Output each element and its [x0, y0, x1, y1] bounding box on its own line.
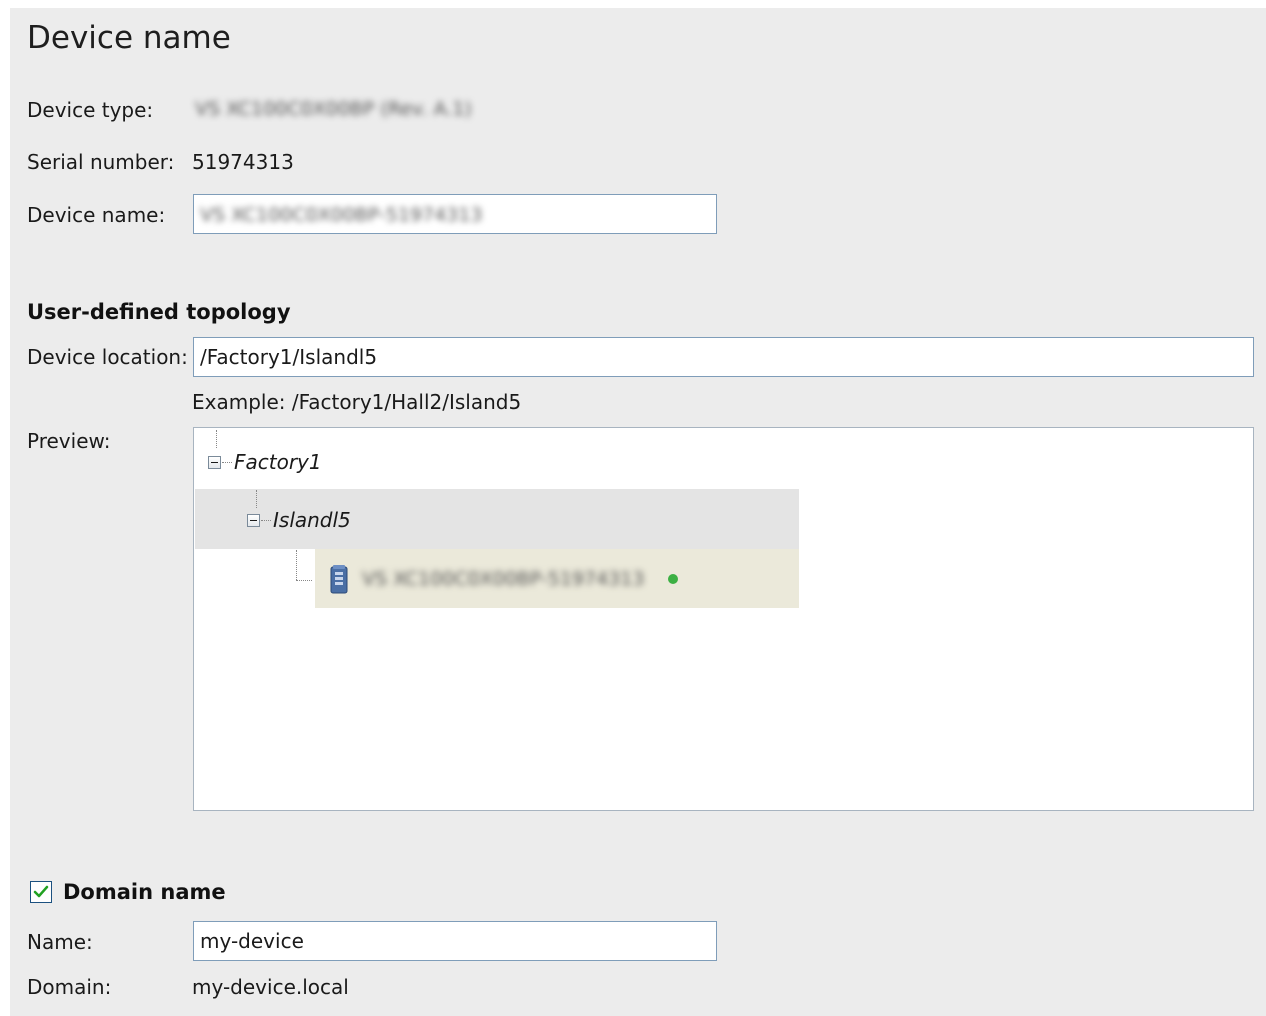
- device-name-input[interactable]: VS XC100C0X00BP-51974313: [193, 194, 717, 234]
- device-icon: [330, 565, 348, 594]
- tree-node-leaf[interactable]: VS XC100C0X00BP-51974313: [328, 562, 679, 596]
- domain-name-input-value: my-device: [200, 929, 304, 953]
- device-location-label: Device location:: [27, 345, 188, 369]
- serial-number-value: 51974313: [192, 150, 294, 174]
- location-example-text: Example: /Factory1/Hall2/Island5: [192, 390, 522, 414]
- tree-node-root[interactable]: Factory1: [208, 450, 322, 474]
- collapse-icon[interactable]: [208, 455, 221, 469]
- page-title: Device name: [27, 20, 231, 56]
- tree-node-root-label: Factory1: [234, 450, 322, 474]
- collapse-icon[interactable]: [247, 513, 260, 527]
- tree-connector-line: [216, 430, 217, 448]
- checkmark-icon: [33, 885, 49, 898]
- domain-label: Domain:: [27, 975, 112, 999]
- tree-node-child[interactable]: Islandl5: [247, 508, 351, 532]
- domain-name-label: Name:: [27, 930, 93, 954]
- topology-preview-tree[interactable]: Factory1 Islandl5 VS XC100C0X00BP-519743…: [193, 427, 1254, 811]
- device-type-value: VS XC100C0X00BP (Rev. A.1): [195, 98, 472, 120]
- device-location-input-value: /Factory1/Islandl5: [200, 345, 378, 369]
- device-type-label: Device type:: [27, 98, 154, 122]
- device-name-input-value: VS XC100C0X00BP-51974313: [200, 204, 483, 226]
- serial-number-label: Serial number:: [27, 150, 175, 174]
- domain-value: my-device.local: [192, 975, 349, 999]
- tree-connector-line: [222, 461, 232, 463]
- domain-name-input[interactable]: my-device: [193, 921, 717, 961]
- tree-connector-line: [261, 519, 271, 521]
- tree-node-leaf-label: VS XC100C0X00BP-51974313: [362, 568, 645, 590]
- tree-connector-line: [296, 580, 312, 581]
- topology-section-title: User-defined topology: [27, 300, 291, 324]
- preview-label: Preview:: [27, 429, 111, 453]
- status-dot-icon: [668, 574, 679, 584]
- tree-node-child-label: Islandl5: [273, 508, 351, 532]
- tree-connector-line: [296, 550, 297, 580]
- device-name-panel: Device name Device type: VS XC100C0X00BP…: [10, 8, 1266, 1016]
- device-location-input[interactable]: /Factory1/Islandl5: [193, 337, 1254, 377]
- tree-connector-line: [256, 490, 257, 508]
- domain-section-title: Domain name: [63, 880, 226, 904]
- domain-name-checkbox[interactable]: [30, 881, 52, 903]
- device-name-label: Device name:: [27, 203, 166, 227]
